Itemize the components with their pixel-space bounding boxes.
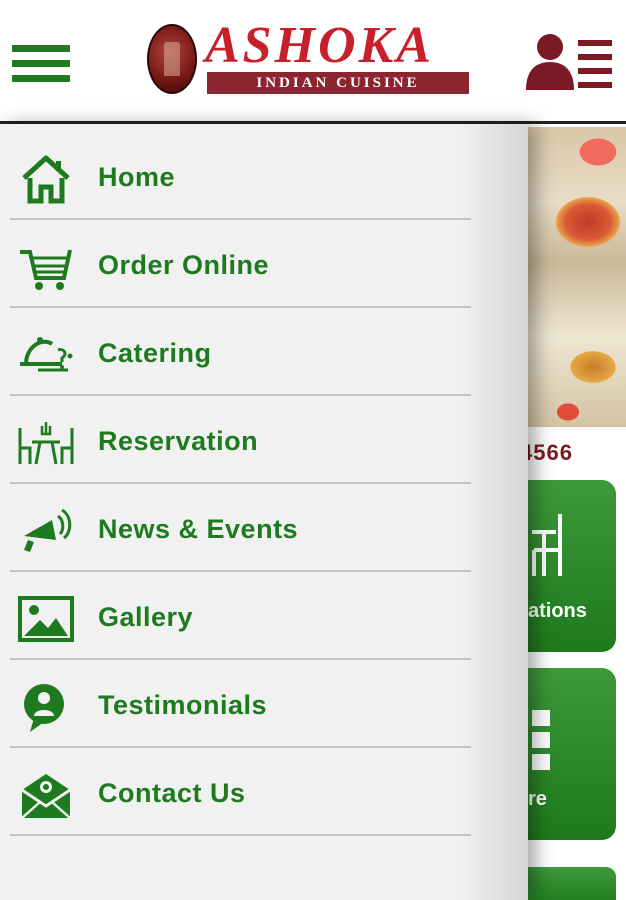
more-grid-icon [532,710,550,770]
menu-label-order-online: Order Online [98,250,270,280]
logo-name: ASHOKA [205,17,434,74]
reservations-tile[interactable]: ations [528,480,616,652]
menu-item-home[interactable]: Home [10,132,471,220]
menu-item-catering[interactable]: Catering [10,308,471,396]
megaphone-icon [24,508,72,552]
menu-item-gallery[interactable]: Gallery [10,572,471,660]
menu-item-order-online[interactable]: Order Online [10,220,471,308]
menu-item-news-events[interactable]: News & Events [10,484,471,572]
home-icon [22,155,70,204]
reservation-icon [18,422,74,465]
menu-label-testimonials: Testimonials [98,690,268,720]
hamburger-menu-icon[interactable] [12,45,70,89]
food-photo [528,127,626,427]
logo-emblem-icon [147,24,197,94]
cart-icon [20,249,72,290]
bottom-tile[interactable] [528,867,616,900]
reservation-chair-icon [532,514,562,576]
navigation-drawer: Home Order Online Catering Reservation N… [0,124,528,900]
more-tile[interactable]: re [528,668,616,840]
menu-item-testimonials[interactable]: Testimonials [10,660,471,748]
restaurant-logo[interactable]: ASHOKA INDIAN CUISINE [147,17,472,100]
menu-label-reservation: Reservation [98,426,259,456]
menu-item-reservation[interactable]: Reservation [10,396,471,484]
user-list-icon[interactable] [522,30,614,92]
menu-label-home: Home [98,162,176,192]
menu-label-news-events: News & Events [98,514,299,544]
app-header: ASHOKA INDIAN CUISINE [0,0,626,124]
catering-icon [20,337,73,372]
phone-number[interactable]: 4566 [528,440,573,466]
testimonial-icon [24,684,64,732]
menu-item-contact-us[interactable]: Contact Us [10,748,471,836]
gallery-icon [18,596,74,642]
menu-label-catering: Catering [98,338,212,368]
more-tile-label: re [528,788,547,810]
logo-tagline: INDIAN CUISINE [207,72,469,94]
menu-label-contact-us: Contact Us [98,778,246,808]
reservations-tile-label: ations [528,600,587,622]
menu-label-gallery: Gallery [98,602,194,632]
home-content: 4566 ations re [528,124,626,900]
mail-icon [21,774,71,819]
